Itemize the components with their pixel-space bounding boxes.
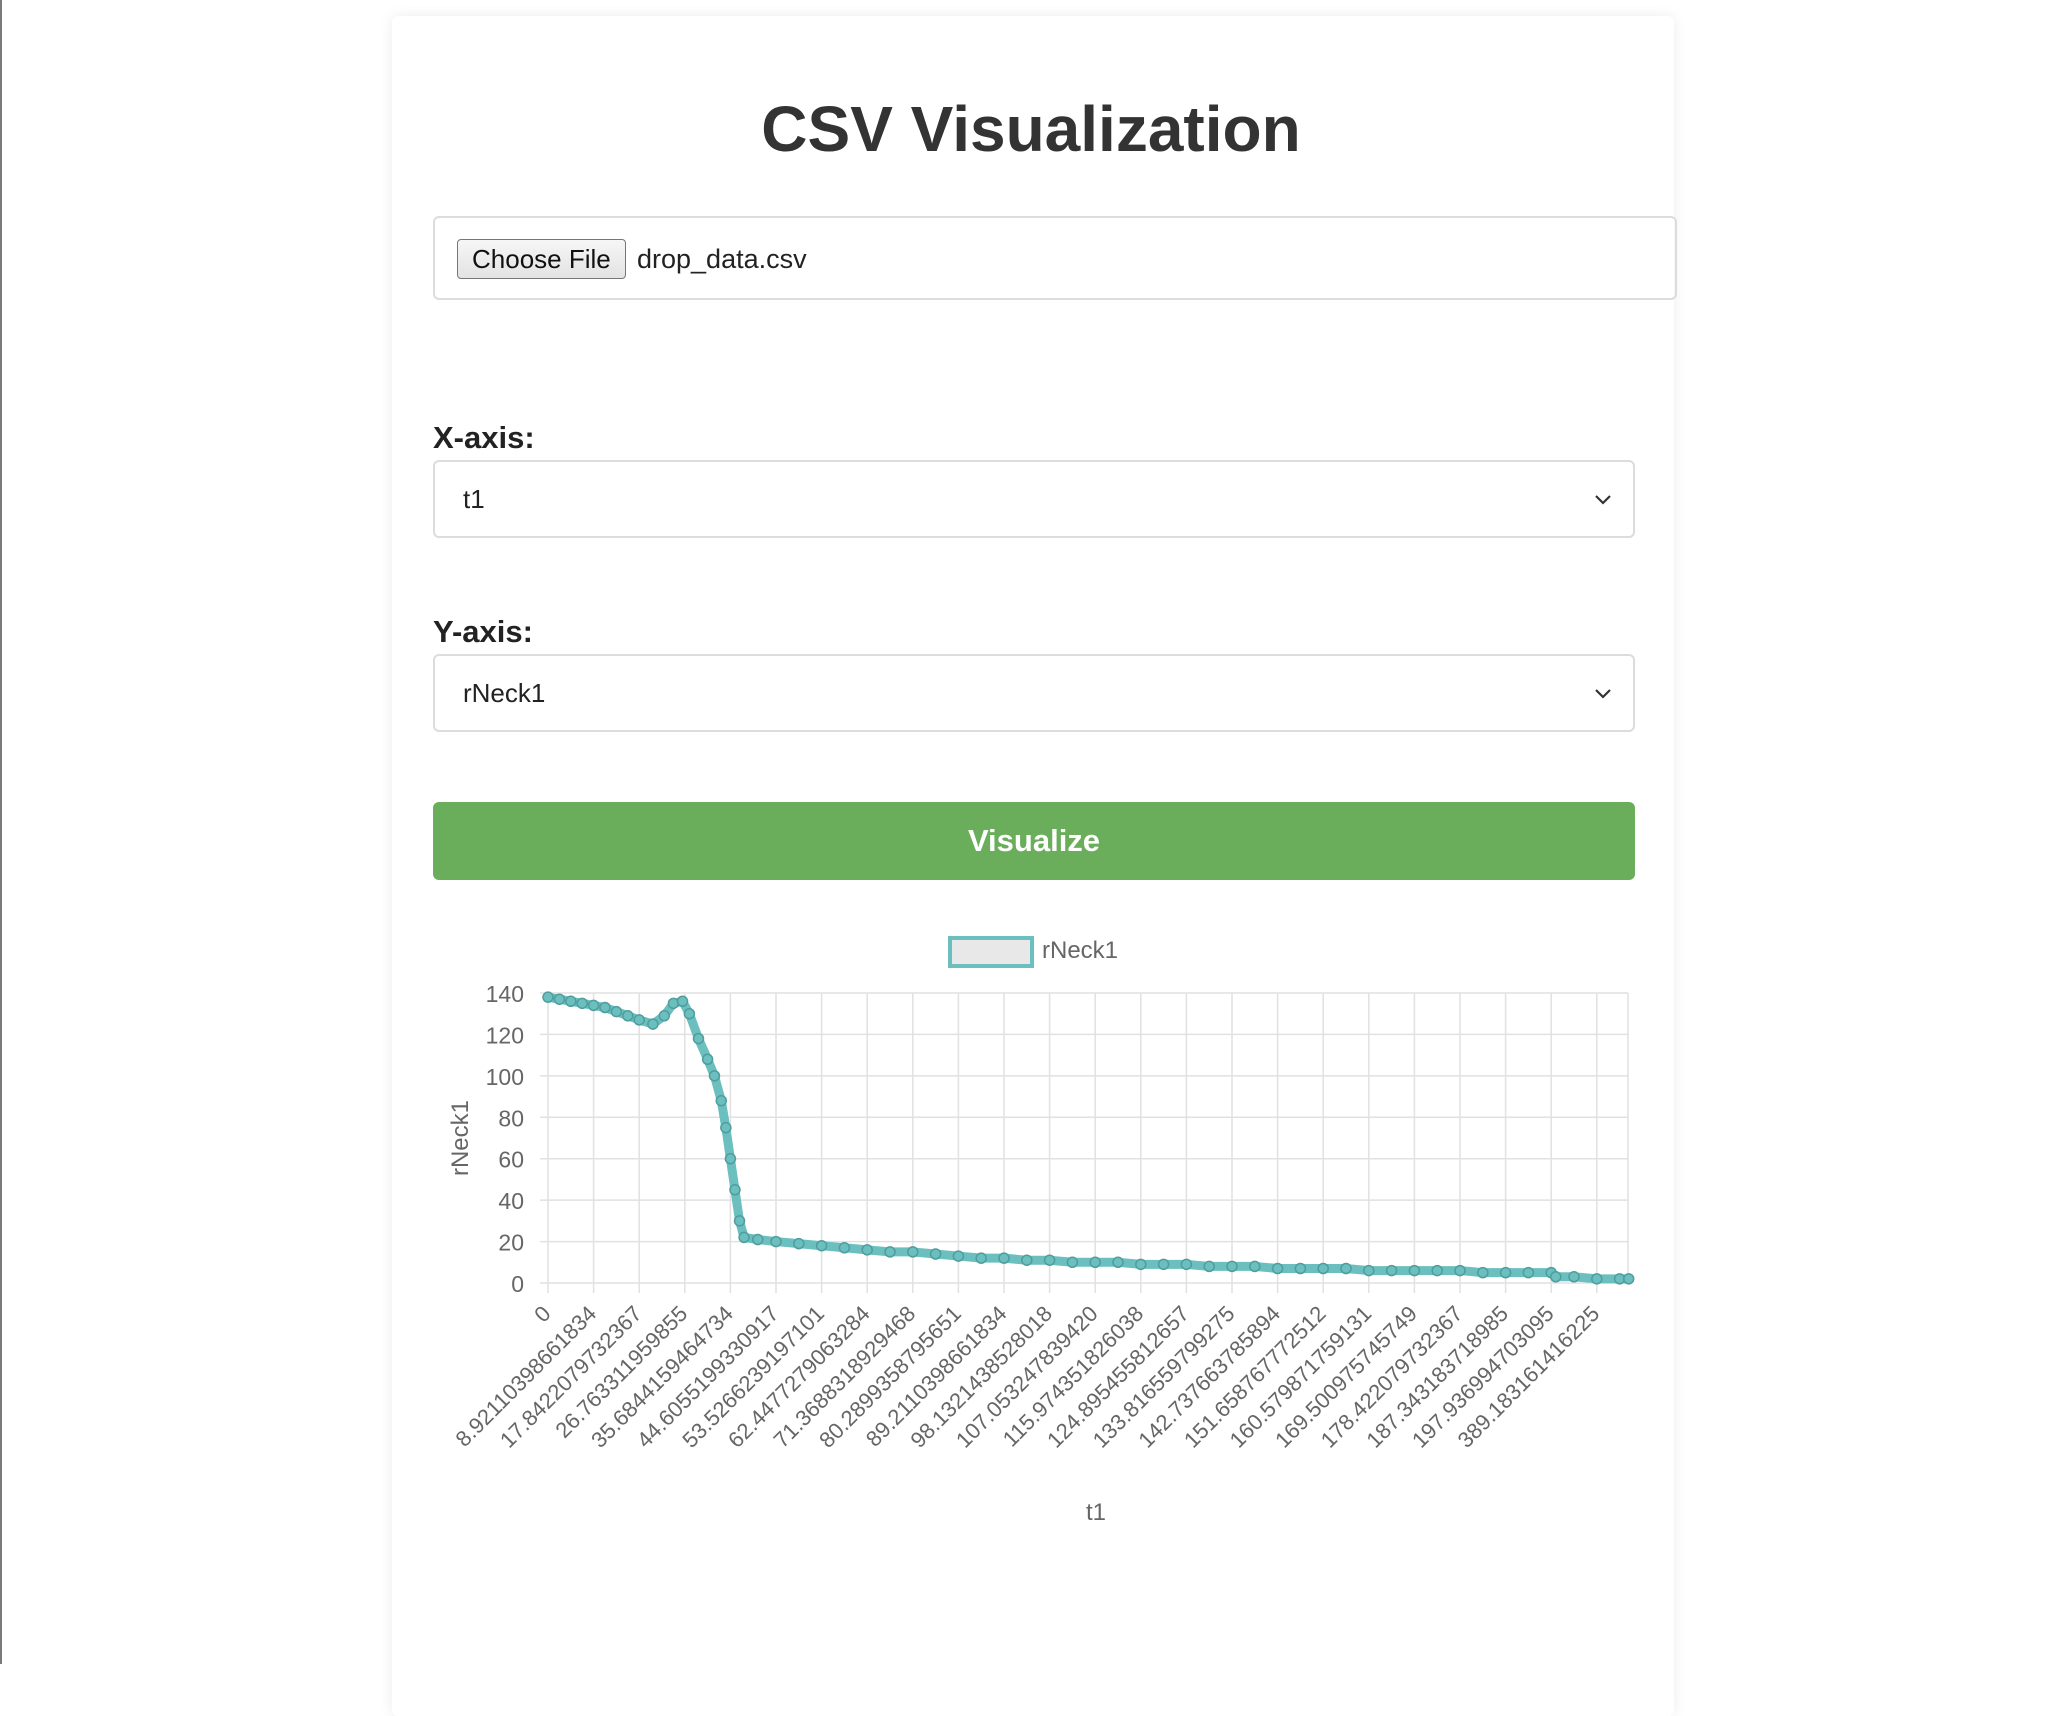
data-point bbox=[576, 997, 588, 1010]
data-point bbox=[752, 1233, 764, 1246]
data-point bbox=[738, 1231, 750, 1244]
data-point bbox=[720, 1121, 732, 1134]
data-point bbox=[1021, 1254, 1033, 1266]
data-point bbox=[1477, 1266, 1489, 1279]
data-point bbox=[1157, 1258, 1170, 1271]
data-point bbox=[553, 993, 566, 1005]
data-point bbox=[1591, 1273, 1603, 1285]
data-point bbox=[1180, 1258, 1193, 1271]
data-point bbox=[729, 1184, 741, 1196]
data-point bbox=[1089, 1256, 1101, 1269]
data-point bbox=[1431, 1264, 1443, 1277]
data-point bbox=[622, 1010, 634, 1022]
data-point bbox=[975, 1252, 987, 1264]
series-line-rNeck1 bbox=[543, 992, 1634, 1284]
data-point bbox=[1112, 1256, 1124, 1269]
data-point bbox=[907, 1246, 919, 1258]
data-point bbox=[587, 999, 600, 1012]
x-axis-title: t1 bbox=[1086, 1499, 1106, 1526]
data-point bbox=[733, 1215, 746, 1227]
data-point bbox=[1317, 1262, 1329, 1275]
data-point bbox=[1226, 1260, 1238, 1273]
data-point bbox=[692, 1032, 705, 1045]
data-point bbox=[1340, 1262, 1352, 1275]
data-point bbox=[715, 1094, 728, 1107]
data-point bbox=[542, 991, 554, 1003]
data-point bbox=[724, 1152, 737, 1165]
data-point bbox=[952, 1250, 965, 1262]
data-point bbox=[1363, 1264, 1375, 1277]
data-point bbox=[701, 1053, 714, 1066]
data-point bbox=[1294, 1262, 1307, 1275]
data-point bbox=[658, 1010, 671, 1022]
data-point bbox=[929, 1248, 942, 1260]
x-tick-label: 0 bbox=[529, 1301, 555, 1327]
data-point bbox=[565, 995, 577, 1008]
data-point bbox=[1385, 1264, 1398, 1277]
y-tick-label: 100 bbox=[486, 1064, 524, 1090]
data-point bbox=[633, 1014, 645, 1026]
data-point bbox=[1043, 1254, 1056, 1266]
data-point bbox=[647, 1018, 659, 1030]
data-point bbox=[815, 1239, 828, 1252]
y-tick-label: 140 bbox=[486, 981, 524, 1007]
data-point bbox=[998, 1252, 1010, 1264]
data-point bbox=[683, 1007, 696, 1020]
data-point bbox=[1454, 1264, 1466, 1277]
y-tick-label: 80 bbox=[498, 1105, 524, 1131]
data-point bbox=[1271, 1262, 1284, 1275]
data-point bbox=[1622, 1273, 1635, 1285]
data-point bbox=[1408, 1264, 1421, 1277]
data-point bbox=[1522, 1266, 1535, 1279]
data-point bbox=[793, 1237, 805, 1250]
data-point bbox=[838, 1242, 851, 1254]
data-point bbox=[1499, 1266, 1512, 1279]
data-point bbox=[1135, 1258, 1147, 1271]
data-point bbox=[667, 997, 680, 1010]
data-point bbox=[1249, 1260, 1261, 1273]
y-axis-title: rNeck1 bbox=[447, 1100, 474, 1176]
data-point bbox=[861, 1244, 873, 1256]
y-tick-label: 120 bbox=[486, 1022, 524, 1048]
y-tick-label: 40 bbox=[498, 1188, 524, 1214]
data-point bbox=[1550, 1271, 1562, 1283]
line-chart: 02040608010012014008.9211039866183417.84… bbox=[447, 981, 1635, 1526]
data-point bbox=[1568, 1271, 1580, 1283]
data-point bbox=[1066, 1256, 1079, 1269]
data-point bbox=[599, 1001, 611, 1014]
y-tick-label: 20 bbox=[498, 1230, 524, 1256]
data-point bbox=[708, 1070, 721, 1082]
data-point bbox=[884, 1246, 896, 1258]
y-tick-label: 60 bbox=[498, 1147, 524, 1173]
data-point bbox=[770, 1235, 782, 1248]
data-point bbox=[610, 1005, 623, 1018]
data-point bbox=[676, 995, 689, 1008]
y-tick-label: 0 bbox=[511, 1271, 524, 1297]
data-point bbox=[1203, 1260, 1215, 1273]
